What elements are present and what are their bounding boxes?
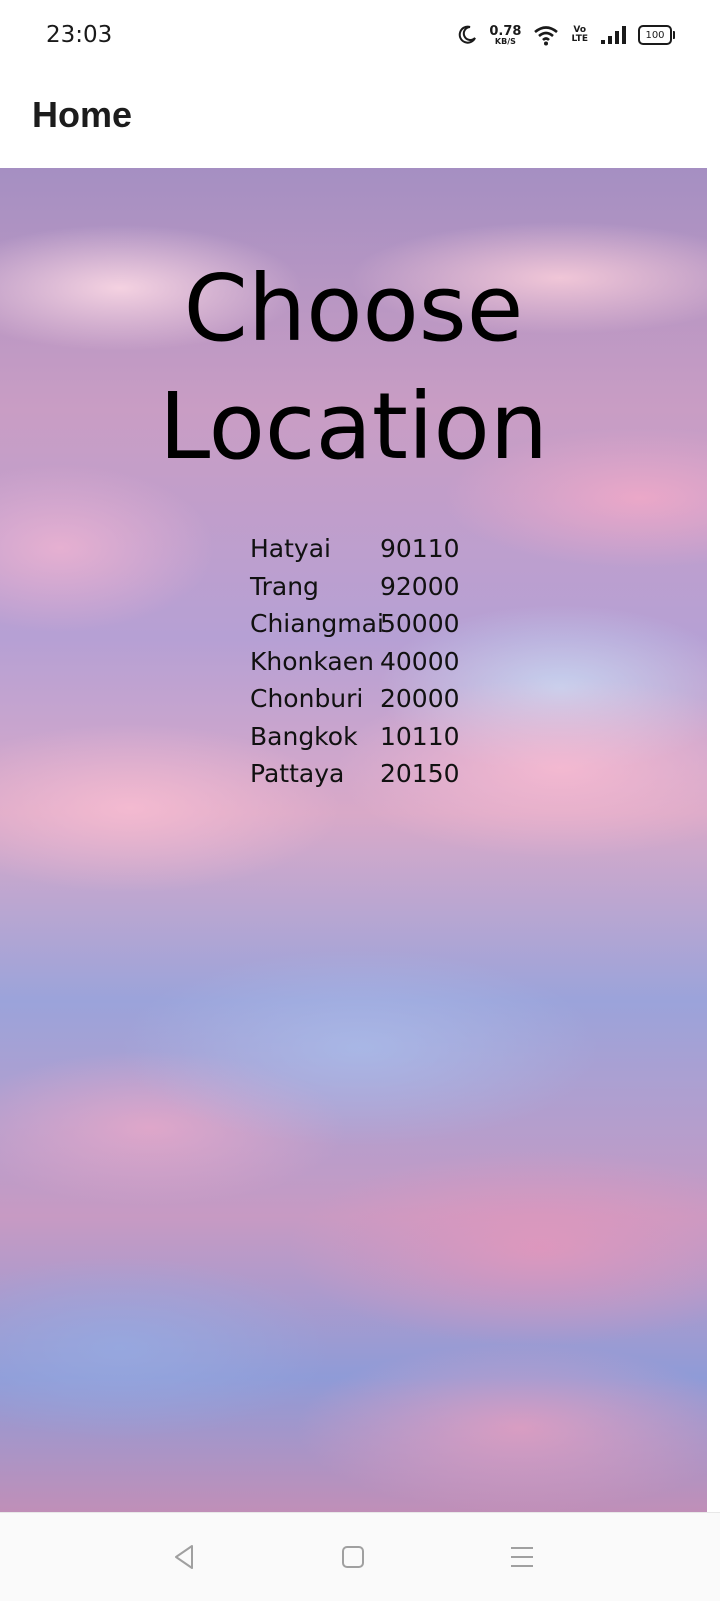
battery-level: 100 (645, 29, 665, 41)
volte-indicator: Vo LTE (571, 26, 588, 44)
location-code: 90110 (380, 534, 460, 564)
location-item-chonburi[interactable]: Chonburi 20000 (250, 680, 460, 718)
location-list: Hatyai 90110 Trang 92000 Chiangmai 50000… (250, 530, 460, 793)
recents-button[interactable] (502, 1537, 542, 1577)
location-name: Hatyai (250, 534, 331, 564)
location-name: Bangkok (250, 721, 358, 751)
home-icon (342, 1546, 364, 1568)
location-code: 10110 (380, 721, 460, 751)
location-code: 20150 (380, 759, 460, 789)
home-button[interactable] (333, 1537, 373, 1577)
location-name: Chonburi (250, 684, 364, 714)
signal-icon (601, 26, 626, 44)
location-item-hatyai[interactable]: Hatyai 90110 (250, 530, 460, 568)
location-item-chiangmai[interactable]: Chiangmai 50000 (250, 605, 460, 643)
location-name: Chiangmai (250, 609, 384, 639)
app-bar: Home (0, 70, 720, 168)
location-name: Pattaya (250, 759, 345, 789)
battery-icon: 100 (638, 25, 675, 45)
volte-bottom: LTE (571, 34, 588, 44)
back-icon (175, 1545, 193, 1569)
location-name: Trang (250, 571, 319, 601)
location-code: 40000 (380, 646, 460, 676)
net-speed-unit: KB/S (494, 36, 516, 46)
system-nav-bar (0, 1512, 720, 1601)
back-button[interactable] (164, 1537, 204, 1577)
status-bar: 23:03 0.78 KB/S Vo LTE 100 (0, 0, 720, 70)
moon-icon (459, 25, 477, 44)
location-code: 92000 (380, 571, 460, 601)
location-code: 50000 (380, 609, 460, 639)
heading-line-2: Location (158, 373, 549, 480)
net-speed: 0.78 KB/S (489, 25, 521, 46)
location-code: 20000 (380, 684, 460, 714)
location-name: Khonkaen (250, 646, 374, 676)
status-time: 23:03 (46, 22, 113, 48)
location-item-khonkaen[interactable]: Khonkaen 40000 (250, 643, 460, 681)
location-item-trang[interactable]: Trang 92000 (250, 568, 460, 606)
location-item-bangkok[interactable]: Bangkok 10110 (250, 718, 460, 756)
status-icons: 0.78 KB/S Vo LTE 100 (457, 20, 675, 50)
wifi-icon (534, 26, 559, 46)
location-item-pattaya[interactable]: Pattaya 20150 (250, 755, 460, 793)
heading-line-1: Choose (183, 255, 524, 362)
menu-icon (511, 1547, 533, 1567)
page-title: Home (32, 94, 133, 135)
choose-location-heading: Choose Location (0, 250, 707, 486)
net-speed-value: 0.78 (489, 23, 522, 39)
